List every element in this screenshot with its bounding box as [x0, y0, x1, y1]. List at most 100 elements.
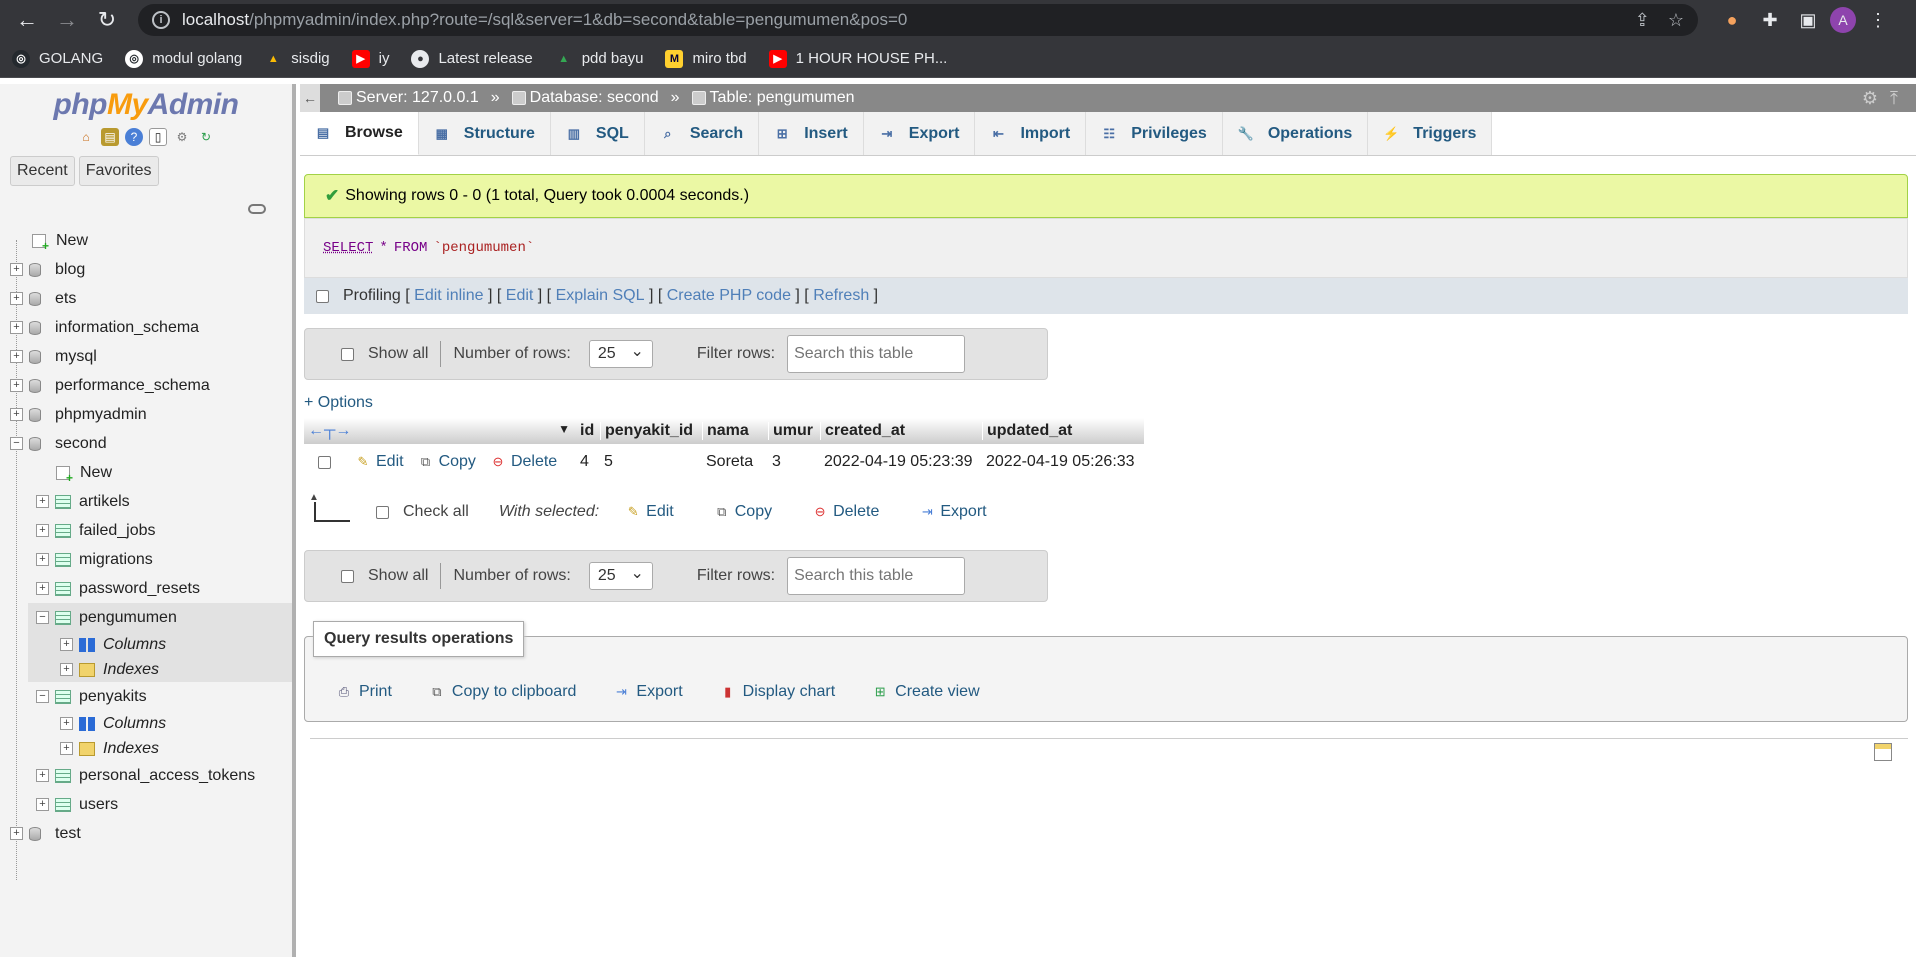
expand-icon[interactable]: + — [36, 582, 49, 595]
bookmark-miro-tbd[interactable]: Mmiro tbd — [665, 49, 747, 68]
row-checkbox[interactable] — [318, 455, 331, 469]
page-settings-gear-icon[interactable]: ⚙ — [1862, 88, 1878, 109]
menu-kebab-icon[interactable]: ⋮ — [1862, 4, 1894, 36]
expand-icon[interactable]: + — [36, 798, 49, 811]
col-header-updated-at[interactable]: updated_at — [982, 422, 1144, 440]
share-icon[interactable]: ⇪ — [1635, 10, 1650, 31]
tree-db-ets[interactable]: + ets — [0, 284, 292, 313]
bulk-edit-button[interactable]: ✎ Edit — [625, 503, 674, 521]
tab-export[interactable]: ⇥ Export — [863, 112, 976, 155]
copy-to-clipboard-link[interactable]: ⧉ Copy to clipboard — [428, 683, 576, 701]
cell-nama[interactable]: Soreta — [702, 453, 768, 471]
url-text[interactable]: localhost/phpmyadmin/index.php?route=/sq… — [182, 10, 1617, 30]
bookmark-latest-release[interactable]: ● Latest release — [411, 49, 533, 68]
breadcrumb-server[interactable]: Server: 127.0.0.1 — [338, 89, 479, 107]
col-header-id[interactable]: id — [576, 422, 600, 440]
profiling-checkbox[interactable] — [316, 289, 329, 303]
tree-db-mysql[interactable]: + mysql — [0, 342, 292, 371]
settings-gear-icon[interactable]: ⚙ — [173, 128, 191, 146]
expand-icon[interactable]: + — [10, 292, 23, 305]
filter-rows-input[interactable] — [787, 335, 966, 373]
tree-penyakits-indexes[interactable]: + Indexes — [0, 736, 292, 761]
check-all-label[interactable]: Check all — [403, 503, 469, 521]
tree-table-personal-access-tokens[interactable]: + personal_access_tokens — [0, 761, 292, 790]
tab-structure[interactable]: ▦ Structure — [418, 112, 551, 155]
tree-new-db[interactable]: New — [0, 226, 292, 255]
expand-icon[interactable]: + — [10, 321, 23, 334]
edit-inline-link[interactable]: Edit inline — [414, 287, 483, 305]
show-all-checkbox[interactable] — [341, 347, 354, 361]
tree-table-pengumumen[interactable]: − pengumumen — [28, 603, 292, 632]
tab-sql[interactable]: ▥ SQL — [550, 112, 645, 155]
collapse-nav-icon[interactable]: ← — [300, 84, 320, 112]
cell-created-at[interactable]: 2022-04-19 05:23:39 — [820, 453, 982, 471]
check-all-checkbox[interactable] — [376, 505, 389, 519]
tab-operations[interactable]: 🔧 Operations — [1222, 112, 1369, 155]
display-chart-link[interactable]: ▮ Display chart — [719, 683, 835, 701]
side-panel-icon[interactable]: ▣ — [1792, 4, 1824, 36]
column-arrows-icon[interactable]: ←┬→ — [308, 422, 351, 439]
row-edit-button[interactable]: ✎ Edit — [355, 453, 404, 471]
export-link[interactable]: ⇥ Export — [612, 683, 683, 701]
bookmark-star-icon[interactable]: ☆ — [1668, 10, 1684, 31]
tree-table-artikels[interactable]: + artikels — [0, 487, 292, 516]
home-icon[interactable]: ⌂ — [77, 128, 95, 146]
expand-icon[interactable]: + — [36, 553, 49, 566]
collapse-icon[interactable]: − — [36, 690, 49, 703]
collapse-icon[interactable]: − — [36, 611, 49, 624]
tree-db-information-schema[interactable]: + information_schema — [0, 313, 292, 342]
bookmark-golang[interactable]: ◎ GOLANG — [12, 49, 103, 68]
print-link[interactable]: ⎙ Print — [335, 683, 392, 701]
expand-icon[interactable]: + — [10, 827, 23, 840]
cell-umur[interactable]: 3 — [768, 453, 820, 471]
rows-per-page-select[interactable]: 25 — [588, 340, 653, 368]
tree-table-penyakits[interactable]: − penyakits — [0, 682, 292, 711]
tab-privileges[interactable]: ☷ Privileges — [1086, 112, 1223, 155]
expand-icon[interactable]: + — [60, 638, 73, 651]
col-header-penyakit-id[interactable]: penyakit_id — [600, 422, 702, 440]
create-view-link[interactable]: ⊞ Create view — [871, 683, 980, 701]
bookmark-modul-golang[interactable]: ◎ modul golang — [125, 49, 242, 68]
sql-select-keyword[interactable]: SELECT — [323, 240, 373, 256]
bookmark-iy[interactable]: ▶ iy — [351, 49, 389, 68]
tab-triggers[interactable]: ⚡ Triggers — [1368, 112, 1493, 155]
back-button[interactable]: ← — [10, 3, 44, 37]
expand-icon[interactable]: + — [10, 263, 23, 276]
collapse-icon[interactable]: − — [10, 437, 23, 450]
col-header-created-at[interactable]: created_at — [820, 422, 982, 440]
tree-db-performance-schema[interactable]: + performance_schema — [0, 371, 292, 400]
expand-icon[interactable]: + — [10, 408, 23, 421]
bookmark-pdd-bayu[interactable]: ▲ pdd bayu — [555, 50, 643, 68]
row-copy-button[interactable]: ⧉ Copy — [418, 453, 476, 471]
docs-icon[interactable]: ▯ — [149, 128, 167, 146]
tree-db-second[interactable]: − second — [0, 429, 292, 458]
expand-icon[interactable]: + — [60, 717, 73, 730]
expand-icon[interactable]: + — [10, 350, 23, 363]
rows-per-page-select[interactable]: 25 — [588, 562, 653, 590]
breadcrumb-table[interactable]: Table: pengumumen — [691, 89, 855, 107]
reload-button[interactable]: ↻ — [90, 3, 124, 37]
bookmark-sisdig[interactable]: ▲ sisdig — [264, 50, 330, 68]
tab-search[interactable]: ⌕ Search — [644, 112, 760, 155]
tab-browse[interactable]: ▤ Browse — [300, 112, 419, 155]
extensions-puzzle-icon[interactable]: ✚ — [1754, 4, 1786, 36]
col-header-umur[interactable]: umur — [768, 422, 820, 440]
show-all-checkbox[interactable] — [341, 569, 354, 583]
collapse-top-icon[interactable]: ⤒ — [1890, 88, 1898, 109]
tree-db-blog[interactable]: + blog — [0, 255, 292, 284]
profile-avatar[interactable]: A — [1830, 7, 1856, 33]
tree-db-test[interactable]: + test — [0, 819, 292, 848]
cell-updated-at[interactable]: 2022-04-19 05:26:33 — [982, 453, 1144, 471]
site-info-icon[interactable]: i — [152, 11, 170, 29]
tab-insert[interactable]: ⊞ Insert — [759, 112, 864, 155]
help-icon[interactable]: ? — [125, 128, 143, 146]
tree-penyakits-columns[interactable]: + Columns — [0, 711, 292, 736]
forward-button[interactable]: → — [50, 3, 84, 37]
refresh-link[interactable]: Refresh — [813, 287, 869, 305]
favorites-button[interactable]: Favorites — [78, 156, 159, 186]
cell-id[interactable]: 4 — [576, 453, 600, 471]
console-icon[interactable] — [1874, 743, 1892, 761]
link-with-main-icon[interactable] — [248, 204, 266, 214]
bookmark-hour-house[interactable]: ▶ 1 HOUR HOUSE PH... — [768, 49, 947, 68]
tree-pengumumen-indexes[interactable]: + Indexes — [28, 657, 292, 682]
